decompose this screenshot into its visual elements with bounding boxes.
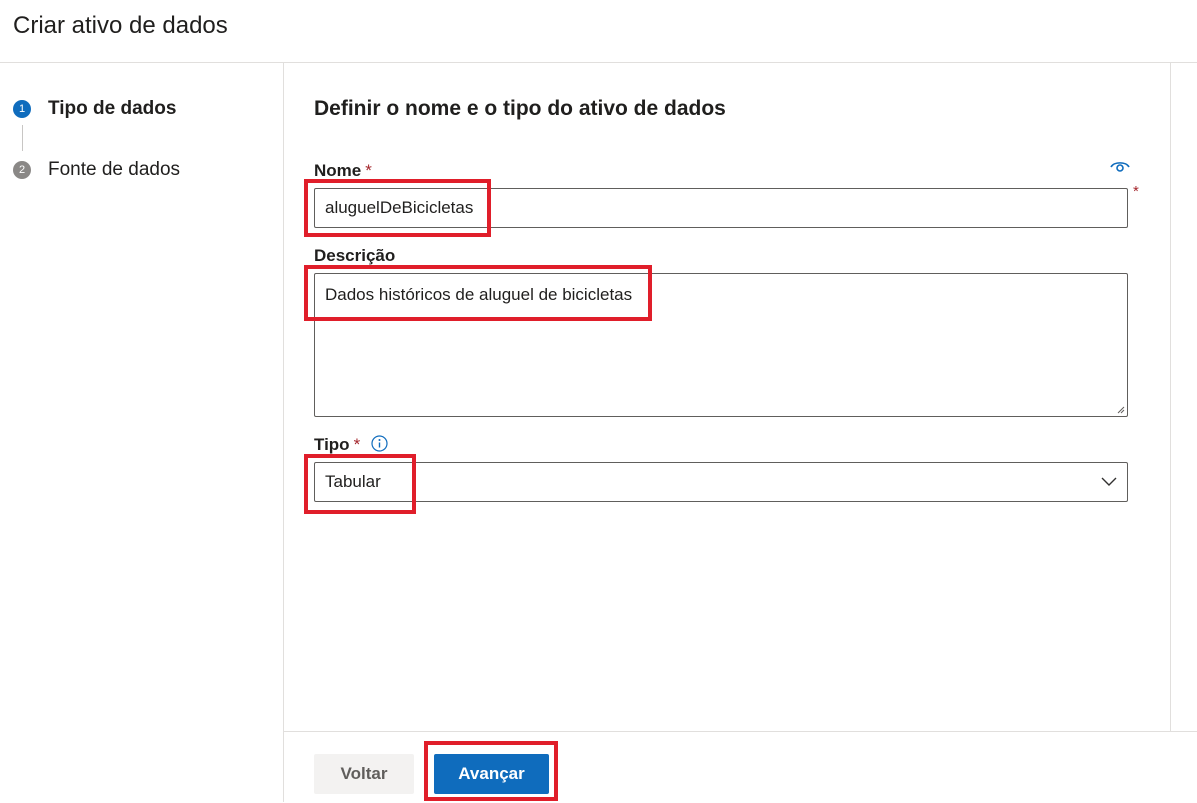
type-label: Tipo * [314,435,388,455]
name-label-text: Nome [314,161,362,180]
panel-header: Criar ativo de dados [0,0,1197,63]
wizard-steps: 1 Tipo de dados 2 Fonte de dados [0,63,284,802]
resize-grip-icon[interactable] [1117,406,1125,414]
name-input[interactable]: aluguelDeBicicletas [314,188,1128,228]
description-label: Descrição [314,246,396,265]
step-data-source[interactable]: 2 Fonte de dados [13,158,180,182]
type-dropdown[interactable]: Tabular [314,462,1128,502]
required-mark: * [1133,183,1139,200]
panel-footer: Voltar Avançar [284,731,1197,803]
eye-icon[interactable] [1110,160,1130,174]
panel-title: Criar ativo de dados [13,12,228,39]
form-area: Definir o nome e o tipo do ativo de dado… [284,63,1171,731]
step-number: 2 [13,161,31,179]
required-mark: * [365,161,372,180]
next-button[interactable]: Avançar [434,754,549,794]
chevron-down-icon [1101,477,1117,486]
back-button[interactable]: Voltar [314,754,414,794]
description-textarea[interactable]: Dados históricos de aluguel de bicicleta… [314,273,1128,417]
required-mark: * [353,435,361,454]
type-selected-value: Tabular [325,472,381,491]
step-label: Tipo de dados [48,98,177,119]
section-title: Definir o nome e o tipo do ativo de dado… [314,97,726,120]
info-icon[interactable] [371,435,388,452]
step-connector [22,125,23,151]
step-label: Fonte de dados [48,159,181,180]
step-number: 1 [13,100,31,118]
description-text: Dados históricos de aluguel de bicicleta… [325,285,633,304]
name-label: Nome * [314,161,372,181]
step-data-type[interactable]: 1 Tipo de dados [13,97,176,121]
type-label-text: Tipo [314,435,350,454]
scrollbar-divider [1170,63,1171,731]
